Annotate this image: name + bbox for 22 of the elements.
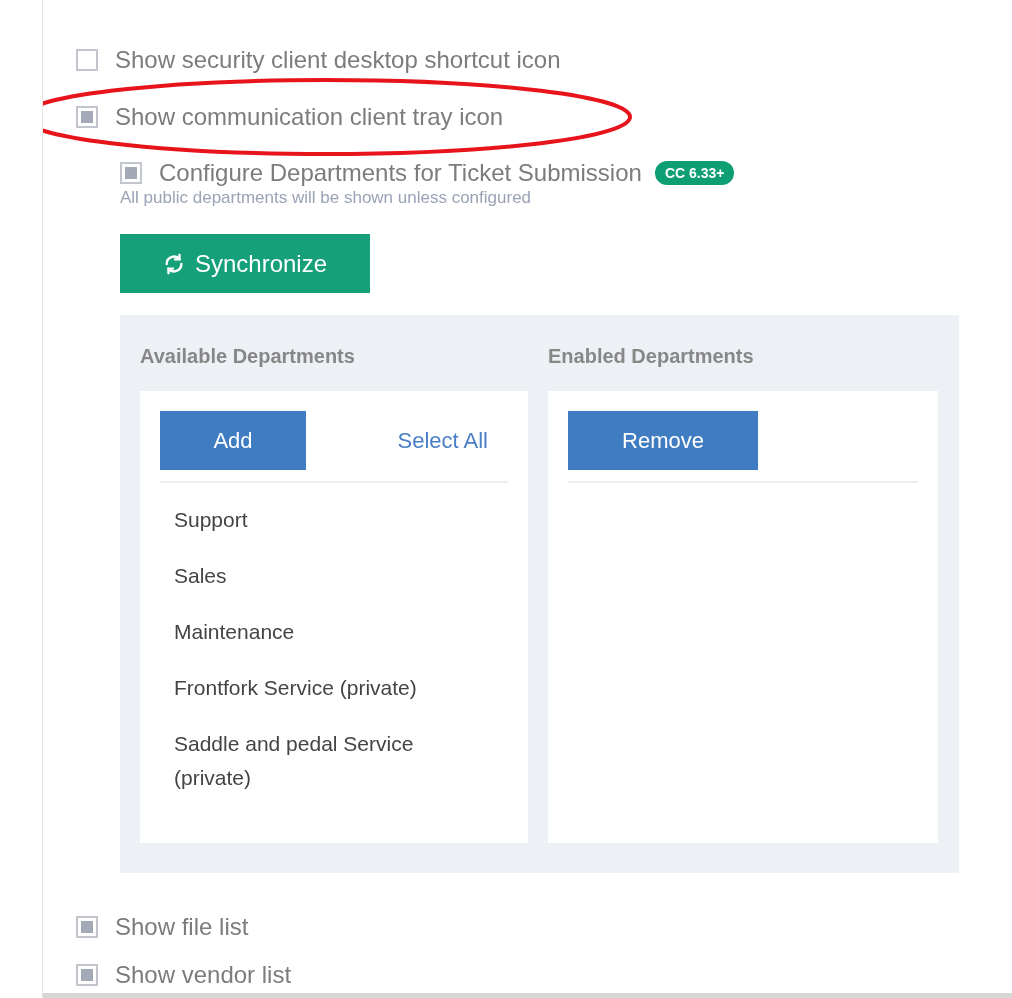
checkbox[interactable] — [76, 105, 98, 128]
department-item[interactable]: Frontfork Service (private) — [160, 659, 508, 715]
column-title: Enabled Departments — [548, 344, 755, 369]
select-all-link[interactable]: Select All — [397, 427, 488, 454]
option-label: Show communication client tray icon — [115, 102, 504, 131]
column-title: Available Departments — [140, 344, 356, 369]
department-item[interactable]: Sales — [160, 547, 508, 603]
department-item[interactable]: Saddle and pedal Service (private) — [160, 715, 508, 805]
option-label: Show file list — [115, 913, 249, 941]
department-item[interactable]: Support — [160, 491, 508, 547]
checkbox[interactable] — [76, 48, 98, 71]
department-item[interactable]: Maintenance — [160, 603, 508, 659]
checkbox[interactable] — [120, 162, 142, 184]
checkbox[interactable] — [76, 964, 98, 986]
option-label: Configure Departments for Ticket Submission — [159, 159, 642, 187]
hint-text: All public departments will be shown unless configured — [120, 188, 533, 208]
remove-button[interactable]: Remove — [568, 411, 758, 470]
option-label: Show vendor list — [115, 961, 292, 989]
add-button[interactable]: Add — [160, 411, 306, 470]
option-label: Show security client desktop shortcut icon — [115, 45, 561, 74]
version-badge: CC 6.33+ — [654, 161, 735, 185]
checkbox[interactable] — [76, 916, 98, 938]
